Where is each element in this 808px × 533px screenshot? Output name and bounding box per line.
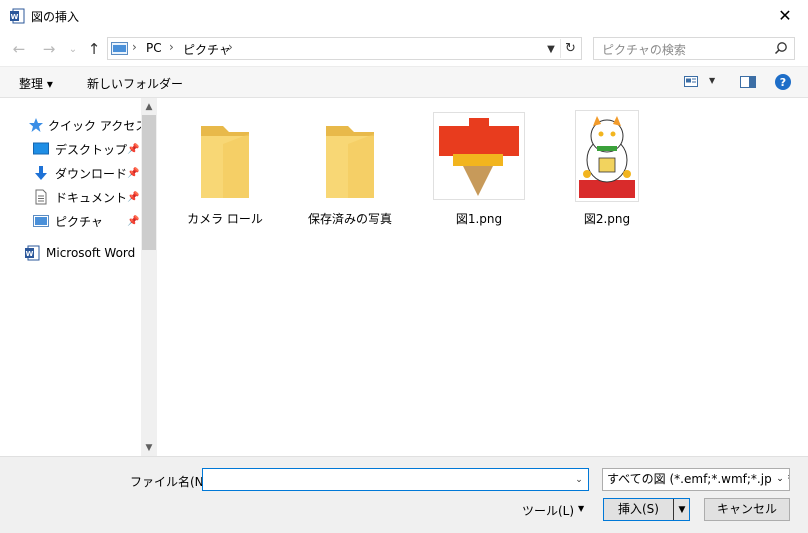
pin-icon: 📌 [127,167,140,179]
insert-button[interactable]: 挿入(S) ▼ [603,498,690,521]
address-history-dropdown[interactable]: ▼ [543,41,559,57]
tools-menu-button[interactable]: ツール(L) [522,502,574,519]
sidebar-item-microsoft-word[interactable]: W Microsoft Word [24,242,135,264]
scroll-down-arrow-icon[interactable]: ▼ [141,439,157,456]
address-bar[interactable]: › PC › ピクチャ › ▼ ↻ [107,37,582,60]
svg-text:W: W [26,250,34,258]
refresh-icon: ↻ [565,41,576,56]
breadcrumb-pictures[interactable]: ピクチャ [183,41,231,58]
download-icon [35,166,47,180]
image-thumbnail [557,108,657,204]
sidebar-item-downloads[interactable]: ダウンロード 📌 [33,162,153,184]
breadcrumb-separator: › [228,40,233,54]
organize-button[interactable]: 整理 ▾ [19,75,53,92]
up-button[interactable]: ↑ [84,39,104,59]
forward-arrow-icon: → [42,40,56,58]
folder-icon [326,126,374,198]
navigation-pane: クイック アクセス デスクトップ 📌 ダウンロード 📌 ドキュメント 📌 ピクチ… [0,98,157,456]
dialog-footer: ファイル名(N): ⌄ すべての図 (*.emf;*.wmf;*.jpg;*.j… [0,456,808,533]
view-dropdown-icon[interactable]: ▼ [709,76,715,85]
pin-icon: 📌 [127,143,140,155]
pictures-location-icon [111,42,128,55]
search-input[interactable]: ピクチャの検索 [593,37,795,60]
view-options-icon[interactable] [684,76,698,87]
sidebar-item-label: ドキュメント [55,190,128,205]
sidebar-item-label: クイック アクセス [48,118,148,133]
window-title: 図の挿入 [31,10,80,24]
breadcrumb-separator: › [132,40,137,54]
filename-label: ファイル名(N): [130,475,213,489]
word-app-icon: W [10,8,25,24]
chevron-down-icon: ⌄ [68,43,78,55]
command-toolbar: 整理 ▾ 新しいフォルダー ▼ ? [0,66,808,98]
file-item-image-1[interactable]: 図1.png [429,108,529,227]
sidebar-item-desktop[interactable]: デスクトップ 📌 [33,138,153,160]
scroll-thumb[interactable] [142,115,156,250]
sidebar-item-pictures[interactable]: ピクチャ 📌 [33,210,153,232]
file-item-camera-roll[interactable]: カメラ ロール [175,108,275,227]
file-item-saved-pictures[interactable]: 保存済みの写真 [300,108,400,227]
file-type-filter-value: すべての図 (*.emf;*.wmf;*.jpg;*.jp [607,472,790,486]
folder-thumbnail [175,108,275,204]
insert-split-dropdown-icon[interactable]: ▼ [675,499,689,520]
tools-dropdown-icon[interactable]: ▼ [578,504,584,513]
word-app-icon: W [25,245,40,261]
sidebar-item-label: ピクチャ [55,214,103,229]
back-button[interactable]: ← [9,39,29,59]
insert-button-label[interactable]: 挿入(S) [604,499,674,520]
sidebar-item-label: デスクトップ [55,142,128,157]
sidebar-item-label: Microsoft Word [46,246,136,260]
search-placeholder: ピクチャの検索 [602,43,686,57]
preview-pane-icon[interactable] [740,76,756,88]
sidebar-item-label: ダウンロード [55,166,128,181]
navigation-bar: ← → ⌄ ↑ › PC › ピクチャ › ▼ ↻ ピクチャの検索 [0,31,808,66]
forward-button[interactable]: → [39,39,59,59]
svg-text:W: W [11,13,19,21]
close-button[interactable]: ✕ [762,0,808,31]
file-name: カメラ ロール [187,212,263,226]
breadcrumb-pc[interactable]: PC [146,41,162,55]
help-icon: ? [779,75,787,89]
sidebar-item-quick-access[interactable]: クイック アクセス [28,114,147,136]
pin-icon: 📌 [127,215,140,227]
back-arrow-icon: ← [12,40,26,58]
scroll-up-arrow-icon[interactable]: ▲ [141,98,157,115]
spinning-top-image-icon [433,112,525,200]
file-list: カメラ ロール 保存済みの写真 図1.png 図2.png [157,98,808,456]
file-name: 図1.png [455,212,503,226]
folder-icon [201,126,249,198]
sidebar-scrollbar[interactable]: ▲ ▼ [141,98,157,456]
file-item-image-2[interactable]: 図2.png [557,108,657,227]
close-icon: ✕ [778,6,792,25]
folder-thumbnail [300,108,400,204]
pin-icon: 📌 [127,191,140,203]
refresh-button[interactable]: ↻ [560,39,580,58]
up-arrow-icon: ↑ [87,40,101,58]
file-name: 図2.png [583,212,631,226]
file-type-filter-select[interactable]: すべての図 (*.emf;*.wmf;*.jpg;*.jp ⌄ [602,468,790,491]
help-button[interactable]: ? [775,74,791,90]
cancel-button[interactable]: キャンセル [704,498,790,521]
image-thumbnail [429,108,529,204]
search-icon [774,42,787,55]
pictures-icon [33,215,49,227]
sidebar-item-documents[interactable]: ドキュメント 📌 [33,186,153,208]
chevron-down-icon: ▼ [547,43,555,55]
lucky-cat-image-icon [575,110,639,202]
breadcrumb-separator: › [169,40,174,54]
recent-locations-button[interactable]: ⌄ [63,39,83,59]
chevron-down-icon: ⌄ [772,469,788,490]
file-name: 保存済みの写真 [307,212,392,226]
filename-input[interactable]: ⌄ [202,468,589,491]
document-icon [35,189,47,205]
star-icon [29,118,43,132]
desktop-icon [33,142,49,155]
chevron-down-icon: ⌄ [575,474,583,485]
new-folder-button[interactable]: 新しいフォルダー [87,75,183,92]
title-bar: W 図の挿入 ✕ [0,0,808,31]
filename-history-dropdown[interactable]: ⌄ [571,471,587,488]
